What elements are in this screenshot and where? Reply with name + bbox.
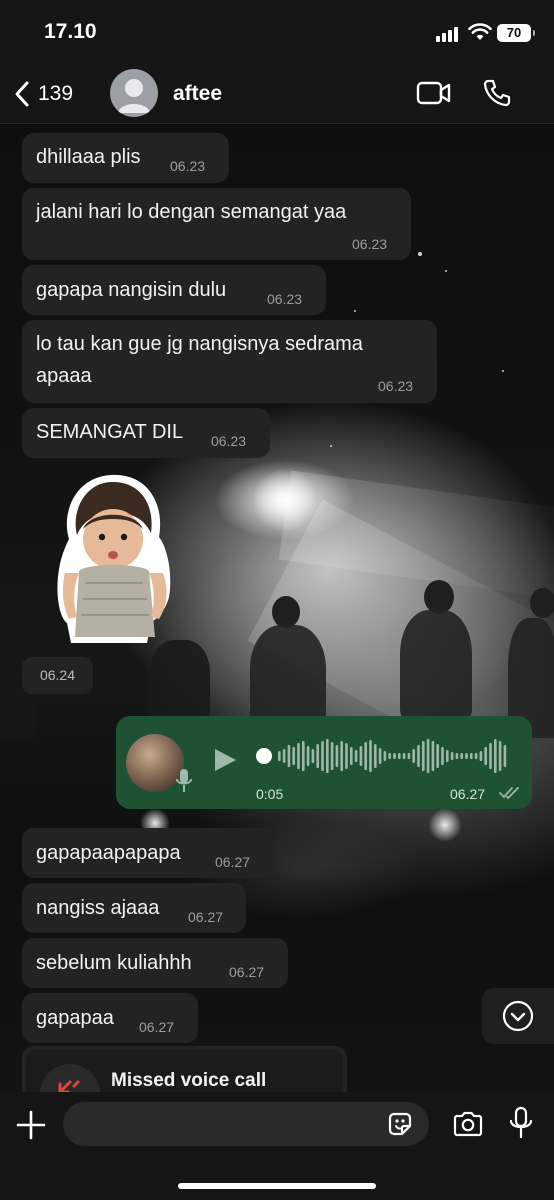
incoming-message[interactable]: jalani hari lo dengan semangat yaa 06.23 <box>22 188 411 260</box>
incoming-message[interactable]: sebelum kuliahhh 06.27 <box>22 938 288 988</box>
camera-icon[interactable] <box>452 1110 484 1138</box>
incoming-message[interactable]: gapapa nangisin dulu 06.23 <box>22 265 326 315</box>
cellular-signal-icon <box>436 26 462 42</box>
wifi-icon <box>468 23 492 40</box>
message-time: 06.23 <box>378 378 414 394</box>
message-text: sebelum kuliahhh <box>36 952 192 974</box>
message-time: 06.27 <box>229 964 265 980</box>
scroll-to-bottom-button[interactable] <box>482 988 554 1044</box>
message-text-line-2: apaaa <box>36 365 92 387</box>
incoming-message[interactable]: SEMANGAT DIL 06.23 <box>22 408 270 458</box>
message-text: gapapaa <box>36 1007 114 1029</box>
message-text: gapapa nangisin dulu <box>36 279 227 301</box>
message-text: SEMANGAT DIL <box>36 421 184 443</box>
incoming-message[interactable]: lo tau kan gue jg nangisnya sedrama apaa… <box>22 320 437 403</box>
unread-count: 139 <box>38 82 74 105</box>
voice-duration: 0:05 <box>256 786 284 802</box>
battery-indicator: 70 <box>497 24 535 42</box>
phone-icon[interactable] <box>482 78 512 108</box>
chat-header: 139 aftee <box>0 64 554 124</box>
plus-icon[interactable] <box>16 1110 46 1140</box>
back-button[interactable]: 139 <box>14 78 73 110</box>
person-placeholder-icon <box>118 79 150 113</box>
message-text: dhillaaa plis <box>36 146 141 168</box>
chevron-left-icon <box>15 81 29 107</box>
video-call-icon[interactable] <box>416 80 452 106</box>
outgoing-voice-message[interactable]: 0:05 06.27 <box>116 716 532 809</box>
message-time: 06.27 <box>215 854 251 870</box>
microphone-icon[interactable] <box>508 1106 534 1140</box>
play-icon[interactable] <box>212 747 238 773</box>
message-time: 06.23 <box>170 158 206 174</box>
sticker-time: 06.24 <box>22 657 93 694</box>
message-time: 06.27 <box>139 1019 175 1035</box>
message-time: 06.27 <box>450 786 486 802</box>
message-input[interactable] <box>63 1102 429 1146</box>
message-text: jalani hari lo dengan semangat yaa <box>36 201 347 223</box>
message-text-line-1: lo tau kan gue jg nangisnya sedrama <box>36 333 363 355</box>
audio-waveform[interactable] <box>256 738 512 774</box>
incoming-message[interactable]: gapapaa 06.27 <box>22 993 198 1043</box>
message-time: 06.23 <box>267 291 303 307</box>
chevron-down-icon <box>502 1000 534 1032</box>
status-bar: 17.10 70 <box>0 0 554 64</box>
sticker-icon[interactable] <box>386 1110 414 1138</box>
toddler-sticker[interactable] <box>55 473 173 645</box>
message-time: 06.23 <box>352 236 388 252</box>
missed-call-label: Missed voice call <box>111 1070 267 1091</box>
contact-name[interactable]: aftee <box>173 82 222 106</box>
incoming-message[interactable]: gapapaapapapa 06.27 <box>22 828 274 878</box>
clock: 17.10 <box>44 20 97 43</box>
message-time: 06.27 <box>188 909 224 925</box>
home-indicator <box>178 1183 376 1189</box>
contact-avatar[interactable] <box>110 69 158 117</box>
double-check-icon <box>499 787 519 800</box>
message-text: gapapaapapapa <box>36 842 181 864</box>
incoming-message[interactable]: nangiss ajaaa 06.27 <box>22 883 246 933</box>
message-time: 06.23 <box>211 433 247 449</box>
microphone-icon <box>176 769 192 792</box>
message-text: nangiss ajaaa <box>36 897 160 919</box>
incoming-message[interactable]: dhillaaa plis 06.23 <box>22 133 229 183</box>
